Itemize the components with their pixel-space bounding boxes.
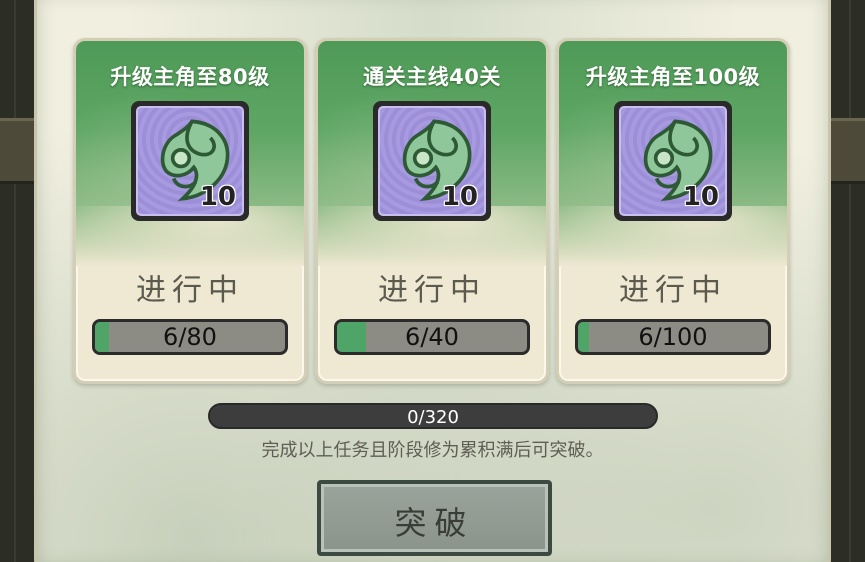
reward-count: 10 — [441, 182, 478, 212]
reward-item-slot[interactable]: 10 — [614, 101, 732, 221]
task-card-2: 通关主线40关 10 进行中 6/40 — [315, 38, 549, 384]
task-title: 升级主角至100级 — [585, 65, 761, 89]
task-progress-bar: 6/80 — [92, 319, 288, 355]
task-progress-text: 6/100 — [638, 323, 708, 351]
task-status: 进行中 — [378, 273, 486, 308]
total-progress-bar: 0/320 — [208, 403, 658, 429]
reward-item-bg: 10 — [136, 106, 244, 216]
task-progress-bar: 6/100 — [575, 319, 771, 355]
task-title: 升级主角至80级 — [110, 65, 270, 89]
task-status: 进行中 — [619, 273, 727, 308]
reward-item-slot[interactable]: 10 — [373, 101, 491, 221]
breakthrough-button[interactable]: 突破 — [317, 480, 552, 556]
task-progress-text: 6/40 — [405, 323, 459, 351]
reward-item-slot[interactable]: 10 — [131, 101, 249, 221]
reward-count: 10 — [682, 182, 719, 212]
task-status: 进行中 — [136, 273, 244, 308]
total-progress-text: 0/320 — [407, 407, 459, 428]
breakthrough-button-label: 突破 — [394, 504, 475, 542]
task-card-3: 升级主角至100级 10 进行中 6/100 — [556, 38, 790, 384]
reward-item-bg: 10 — [378, 106, 486, 216]
breakthrough-hint: 完成以上任务且阶段修为累积满后可突破。 — [261, 440, 604, 461]
reward-count: 10 — [199, 182, 236, 212]
task-progress-text: 6/80 — [163, 323, 217, 351]
reward-item-bg: 10 — [619, 106, 727, 216]
task-card-1: 升级主角至80级 10 进行中 6/80 — [73, 38, 307, 384]
task-progress-bar: 6/40 — [334, 319, 530, 355]
task-title: 通关主线40关 — [363, 65, 501, 89]
